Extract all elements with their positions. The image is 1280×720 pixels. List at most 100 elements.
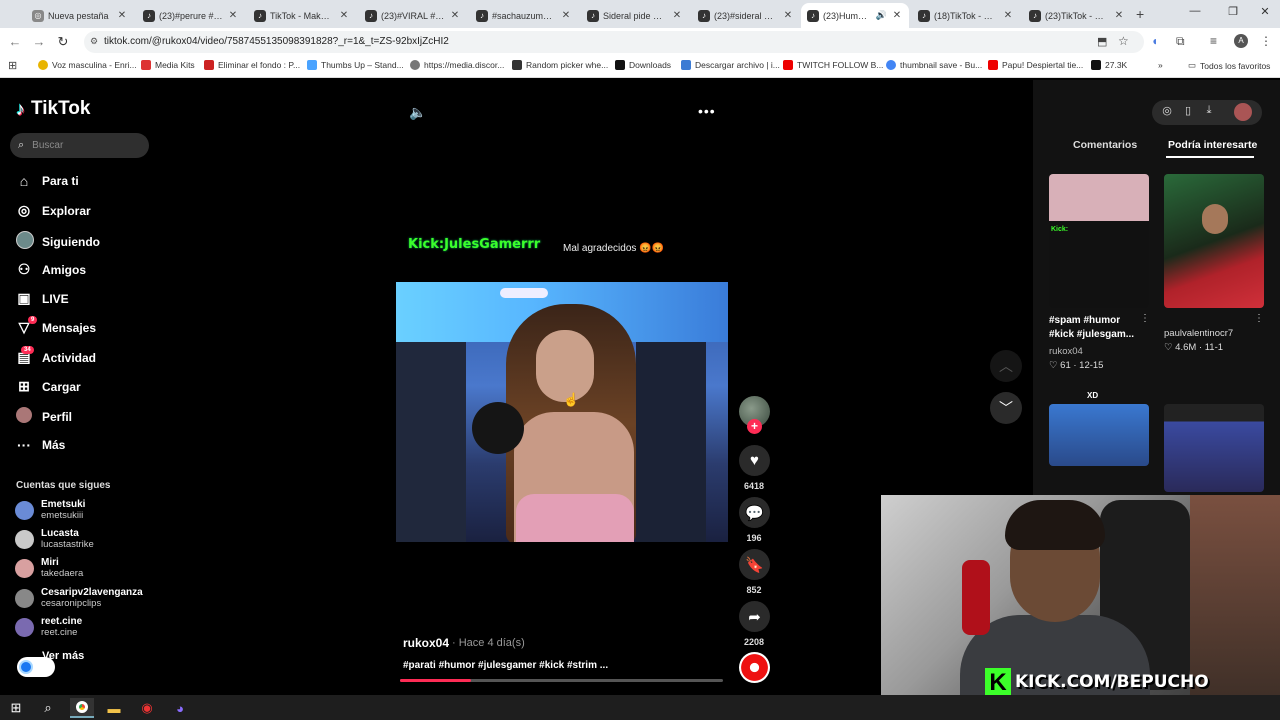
more-icon[interactable]: ⋮ — [1140, 313, 1150, 324]
user-avatar[interactable] — [1234, 103, 1252, 121]
video-author[interactable]: rukox04 — [403, 636, 449, 650]
puzzle-icon[interactable]: ⧉ — [1176, 34, 1185, 49]
browser-tab[interactable]: ♪ (23)#sideral #cha ✕ — [692, 3, 800, 28]
browser-tab[interactable]: ♪ TikTok - Make Yo ✕ — [248, 3, 356, 28]
followed-account[interactable]: Lucasta lucastastrike — [15, 528, 94, 550]
download-icon[interactable]: ⤓ — [1201, 104, 1217, 117]
close-tab-icon[interactable]: ✕ — [338, 10, 350, 21]
close-tab-icon[interactable]: ✕ — [449, 10, 461, 21]
bookmark-item[interactable]: Eliminar el fondo : P... — [204, 60, 300, 70]
bookmarks-overflow-icon[interactable]: » — [1158, 60, 1163, 70]
bookmark-item[interactable]: https://media.discor... — [410, 60, 504, 70]
suggested-video-thumbnail[interactable] — [1049, 404, 1149, 466]
nav-live[interactable]: ▣ LIVE — [16, 290, 68, 307]
forward-icon[interactable]: → — [30, 34, 48, 49]
suggested-author[interactable]: rukox04 — [1049, 346, 1083, 357]
reload-icon[interactable]: ↻ — [54, 34, 72, 50]
site-info-icon[interactable]: ⚙ — [90, 36, 98, 47]
chrome-taskbar-icon[interactable] — [70, 698, 94, 718]
suggested-video-thumbnail[interactable]: Kick: — [1049, 174, 1149, 308]
bookmark-item[interactable]: 27.3K — [1091, 60, 1127, 70]
video-hashtags[interactable]: #parati #humor #julesgamer #kick #strim … — [403, 660, 608, 671]
nav-cargar[interactable]: ⊞ Cargar — [16, 378, 81, 395]
close-tab-icon[interactable]: ✕ — [560, 10, 572, 21]
nav-para-ti[interactable]: ⌂ Para ti — [16, 173, 79, 189]
windows-start-icon[interactable]: ⊞ — [4, 698, 28, 718]
app-taskbar-icon[interactable]: ◉ — [135, 698, 159, 718]
followed-account[interactable]: Emetsuki emetsukiii — [15, 499, 85, 521]
close-tab-icon[interactable]: ✕ — [116, 10, 128, 21]
followed-account[interactable]: Miri takedaera — [15, 557, 83, 579]
apps-grid-icon[interactable]: ⊞ — [8, 59, 17, 72]
close-tab-icon[interactable]: ✕ — [782, 10, 794, 21]
comment-button[interactable]: 💬 — [739, 497, 770, 528]
browser-tab[interactable]: ♪(18)TikTok - Make✕ — [912, 3, 1020, 28]
browser-tab[interactable]: ♪ (23)#perure #stre ✕ — [137, 3, 245, 28]
suggested-author[interactable]: paulvalentinocr7 — [1164, 328, 1233, 339]
suggested-caption[interactable]: #spam #humor #kick #julesgam... — [1049, 314, 1145, 342]
profile-avatar-icon[interactable]: A — [1234, 34, 1248, 48]
browser-tab[interactable]: ♪ Sideral pide al sis ✕ — [581, 3, 689, 28]
music-disc-icon[interactable] — [739, 652, 770, 683]
search-icon[interactable]: ⌕ — [36, 698, 60, 718]
file-explorer-icon[interactable]: ▬ — [102, 698, 126, 718]
url-field[interactable]: tiktok.com/@rukox04/video/75874551350983… — [84, 31, 1144, 53]
extension-icon[interactable]: ◖ — [1151, 34, 1158, 48]
bookmark-item[interactable]: Media Kits — [141, 60, 195, 70]
bookmark-item[interactable]: Thumbs Up – Stand... — [307, 60, 404, 70]
browser-tab[interactable]: ♪ #sachauzumaki # ✕ — [470, 3, 578, 28]
suggested-video-thumbnail[interactable] — [1164, 174, 1264, 308]
previous-video-button[interactable]: ︿ — [990, 350, 1022, 382]
discord-taskbar-icon[interactable]: ◕ — [168, 698, 192, 718]
bookmark-item[interactable]: Papu! Despiertal tie... — [988, 60, 1083, 70]
like-button[interactable]: ♥ — [739, 445, 770, 476]
video-player[interactable] — [396, 282, 728, 542]
save-button[interactable]: 🔖 — [739, 549, 770, 580]
media-control-icon[interactable]: ≡ — [1210, 34, 1217, 48]
bookmark-item[interactable]: Descargar archivo | i... — [681, 60, 780, 70]
bookmark-item[interactable]: Random picker whe... — [512, 60, 608, 70]
more-options-icon[interactable]: ••• — [698, 103, 716, 119]
suggested-video-thumbnail[interactable] — [1164, 404, 1264, 492]
new-tab-button[interactable]: + — [1136, 6, 1144, 22]
next-video-button[interactable]: ﹀ — [990, 392, 1022, 424]
followed-account[interactable]: Cesaripv2lavenganza cesaronipclips — [15, 587, 143, 609]
close-tab-icon[interactable]: ✕ — [671, 10, 683, 21]
search-input[interactable]: ⌕ Buscar — [10, 133, 149, 158]
bookmark-item[interactable]: TWITCH FOLLOW B... — [783, 60, 883, 70]
tab-comentarios[interactable]: Comentarios — [1073, 139, 1137, 151]
close-tab-icon[interactable]: ✕ — [1002, 10, 1014, 21]
bookmark-star-icon[interactable]: ☆ — [1118, 34, 1129, 48]
nav-siguiendo[interactable]: Siguiendo — [16, 231, 100, 252]
install-app-icon[interactable]: ⬒ — [1097, 35, 1107, 48]
menu-kebab-icon[interactable]: ⋮ — [1260, 34, 1272, 48]
audio-playing-icon[interactable]: 🔊 — [876, 10, 887, 21]
followed-account[interactable]: reet.cine reet.cine — [15, 616, 82, 638]
close-tab-icon[interactable]: ✕ — [1113, 10, 1125, 21]
browser-tab[interactable]: ♪(23)TikTok - Make✕ — [1023, 3, 1131, 28]
tab-podria-interesarte[interactable]: Podría interesarte — [1168, 139, 1257, 151]
volume-icon[interactable]: 🔈 — [409, 104, 426, 121]
browser-tab[interactable]: ◎ Nueva pestaña ✕ — [26, 3, 134, 28]
bookmark-item[interactable]: Voz masculina - Enri... — [38, 60, 137, 70]
browser-tab-active[interactable]: ♪ (23)Humor y 🔊 ✕ — [801, 3, 909, 28]
all-favorites-folder[interactable]: ▭ Todos los favoritos — [1188, 60, 1270, 71]
minimize-icon[interactable]: — — [1180, 5, 1210, 17]
nav-amigos[interactable]: ⚇ Amigos — [16, 261, 86, 278]
back-icon[interactable]: ← — [6, 34, 24, 49]
compass-icon[interactable]: ◎ — [1159, 104, 1175, 117]
tiktok-logo[interactable]: ♪ TikTok — [16, 98, 90, 120]
browser-tab[interactable]: ♪(23)#VIRAL #MET✕ — [359, 3, 467, 28]
bookmark-item[interactable]: Downloads — [615, 60, 671, 70]
nav-mas[interactable]: ··· Más — [16, 437, 65, 453]
device-icon[interactable]: ▯ — [1180, 104, 1196, 117]
bookmark-item[interactable]: thumbnail save - Bu... — [886, 60, 982, 70]
more-icon[interactable]: ⋮ — [1254, 313, 1264, 324]
nav-perfil[interactable]: Perfil — [16, 407, 72, 426]
close-window-icon[interactable]: ✕ — [1250, 5, 1280, 18]
nav-explorar[interactable]: ◎ Explorar — [16, 202, 91, 219]
close-tab-icon[interactable]: ✕ — [227, 10, 239, 21]
follow-plus-icon[interactable]: + — [747, 419, 762, 434]
share-button[interactable]: ➦ — [739, 601, 770, 632]
restore-icon[interactable]: ❐ — [1218, 5, 1248, 18]
